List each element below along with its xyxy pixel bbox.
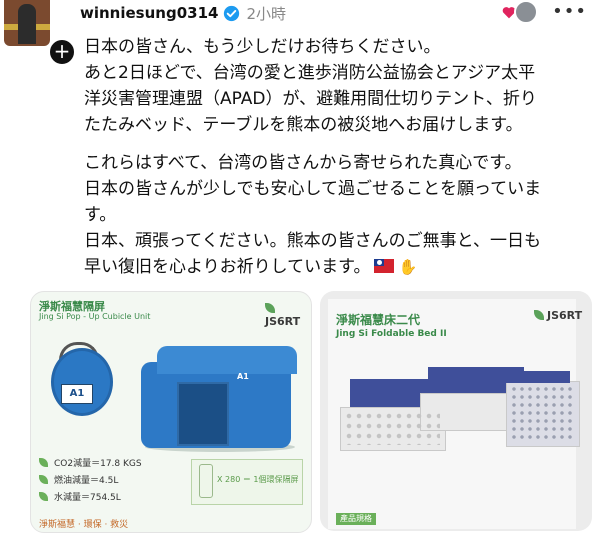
text-line: 洋災害管理連盟（APAD）が、避難用間仕切りテント、折り bbox=[84, 89, 537, 109]
paragraph-2: これらはすべて、台湾の皆さんから寄せられた真心です。 日本の皆さんが少しでも安心… bbox=[84, 150, 589, 280]
text-line: 日本の皆さん、もう少しだけお待ちください。 bbox=[84, 37, 441, 57]
avatar[interactable] bbox=[4, 0, 50, 46]
liked-by-avatar[interactable] bbox=[502, 0, 539, 24]
card-subtitle: Jing Si Pop - Up Cubicle Unit bbox=[39, 312, 151, 321]
card-title: 淨斯福慧床二代 bbox=[336, 313, 421, 327]
stat-item: CO2減量＝17.8 KGS bbox=[54, 459, 142, 469]
text-line: あと2日ほどで、台湾の愛と進歩消防公益協会とアジア太平 bbox=[84, 63, 536, 83]
text-line: たたみベッド、テーブルを熊本の被災地へお届けします。 bbox=[84, 115, 523, 135]
leaf-icon bbox=[39, 475, 48, 484]
spec-tag: 產品規格 bbox=[336, 513, 376, 525]
follow-plus-icon[interactable]: + bbox=[48, 38, 76, 66]
leaf-icon bbox=[39, 458, 48, 467]
username[interactable]: winniesung0314 bbox=[80, 4, 218, 22]
image-card-cubicle[interactable]: 淨斯福慧隔屏 Jing Si Pop - Up Cubicle Unit JS6… bbox=[30, 291, 312, 533]
card-subtitle: Jing Si Foldable Bed II bbox=[336, 329, 447, 339]
post-time: 2小時 bbox=[246, 4, 286, 23]
text-line: これらはすべて、台湾の皆さんから寄せられた真心です。 bbox=[84, 153, 522, 173]
bottle-icon bbox=[199, 464, 213, 498]
image-card-bed[interactable]: 淨斯福慧床二代 Jing Si Foldable Bed II JS6RT 產品… bbox=[320, 291, 592, 531]
more-options-icon[interactable]: ••• bbox=[552, 1, 587, 22]
tent-label: A1 bbox=[237, 372, 249, 381]
bag-label: A1 bbox=[61, 384, 93, 404]
leaf-icon bbox=[39, 492, 48, 501]
js6rt-logo: JS6RT bbox=[265, 302, 311, 328]
paragraph-1: 日本の皆さん、もう少しだけお待ちください。 あと2日ほどで、台湾の愛と進歩消防公… bbox=[84, 34, 589, 138]
equation-text: X 280 ＝ 1個環保隔屏 bbox=[217, 475, 299, 484]
taiwan-flag-icon bbox=[374, 259, 395, 273]
header-actions: ••• bbox=[502, 0, 587, 24]
post-text: 日本の皆さん、もう少しだけお待ちください。 あと2日ほどで、台湾の愛と進歩消防公… bbox=[84, 34, 589, 280]
tent-bag-illustration bbox=[51, 348, 113, 416]
verified-badge-icon bbox=[224, 5, 240, 21]
stat-item: 水減量＝754.5L bbox=[54, 493, 121, 503]
tent-illustration: A1 bbox=[131, 342, 307, 462]
text-line: 日本、頑張ってください。熊本の皆さんのご無事と、一日も bbox=[84, 231, 541, 251]
text-line: す。 bbox=[84, 205, 117, 225]
text-line-last: 早い復旧を心よりお祈りしています。 ✋ bbox=[84, 254, 589, 280]
stats-list: CO2減量＝17.8 KGS 燃油減量＝4.5L 水減量＝754.5L bbox=[39, 454, 142, 505]
card-footer-text: 淨斯福慧 · 環保 · 救災 bbox=[39, 520, 129, 530]
js6rt-logo: JS6RT bbox=[534, 309, 582, 322]
post-header: winniesung0314 2小時 bbox=[80, 2, 286, 24]
stat-item: 燃油減量＝4.5L bbox=[54, 476, 119, 486]
handshake-icon: ✋ bbox=[398, 258, 418, 276]
text-line: 日本の皆さんが少しでも安心して過ごせることを願っていま bbox=[84, 179, 542, 199]
